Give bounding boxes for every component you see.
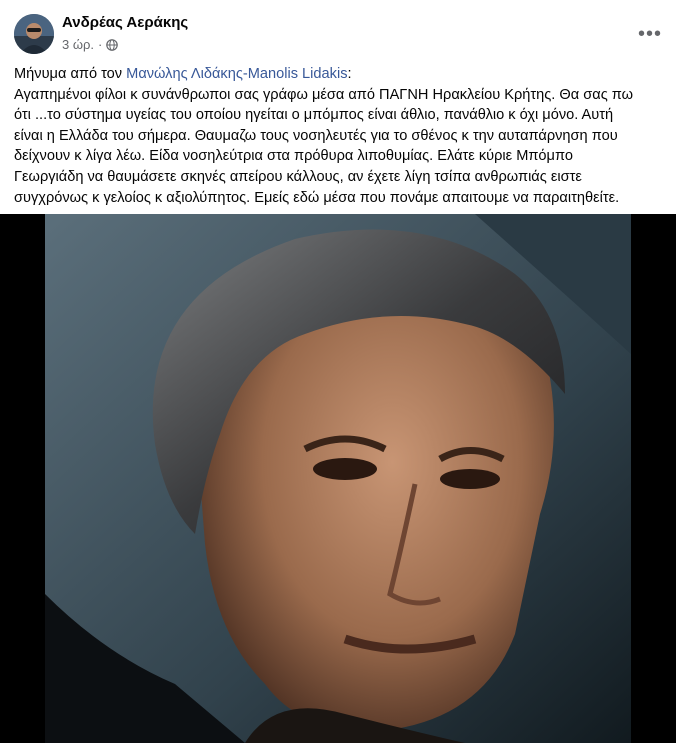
post-text: Μήνυμα από τον Μανώλης Λιδάκης-Manolis L… — [14, 64, 666, 208]
body-line: συγχρόνως κ γελοίος κ αξιολύπητος. Εμείς… — [14, 189, 620, 206]
body-line: ότι ...το σύστημα υγείας του οποίου ηγεί… — [14, 107, 614, 124]
meta-separator: · — [98, 37, 103, 52]
post-photo[interactable] — [0, 214, 676, 743]
post-header: Ανδρέας Αεράκης 3 ώρ. · ••• — [0, 0, 676, 60]
globe-icon — [106, 38, 119, 51]
more-options-icon[interactable]: ••• — [634, 18, 666, 50]
facebook-post: Ανδρέας Αεράκης 3 ώρ. · ••• Μήνυμα από τ… — [0, 0, 676, 743]
mention-suffix: : — [347, 66, 352, 82]
message-prefix: Μήνυμα από τον — [14, 66, 127, 82]
body-line: είναι η Ελλάδα του σήμερα. Θαυμαζω τους … — [14, 127, 618, 144]
body-line: Γεωργιάδη να θαυμάσετε σκηνές απείρου κά… — [14, 168, 582, 185]
message-line: Μήνυμα από τον Μανώλης Λιδάκης-Manolis L… — [14, 64, 666, 85]
mention-link[interactable]: Μανώλης Λιδάκης-Manolis Lidakis — [126, 66, 347, 82]
author-avatar[interactable] — [14, 14, 54, 54]
author-name[interactable]: Ανδρέας Αεράκης — [62, 14, 188, 31]
body-line: Αγαπημένοι φίλοι κ συνάνθρωποι σας γράφω… — [14, 86, 634, 103]
post-meta: 3 ώρ. · — [62, 37, 119, 52]
portrait-image — [45, 214, 631, 743]
post-time[interactable]: 3 ώρ. — [62, 37, 94, 52]
body-line: δείχνουν κ λίγα λέω. Είδα νοσηλεύτρια στ… — [14, 148, 573, 165]
